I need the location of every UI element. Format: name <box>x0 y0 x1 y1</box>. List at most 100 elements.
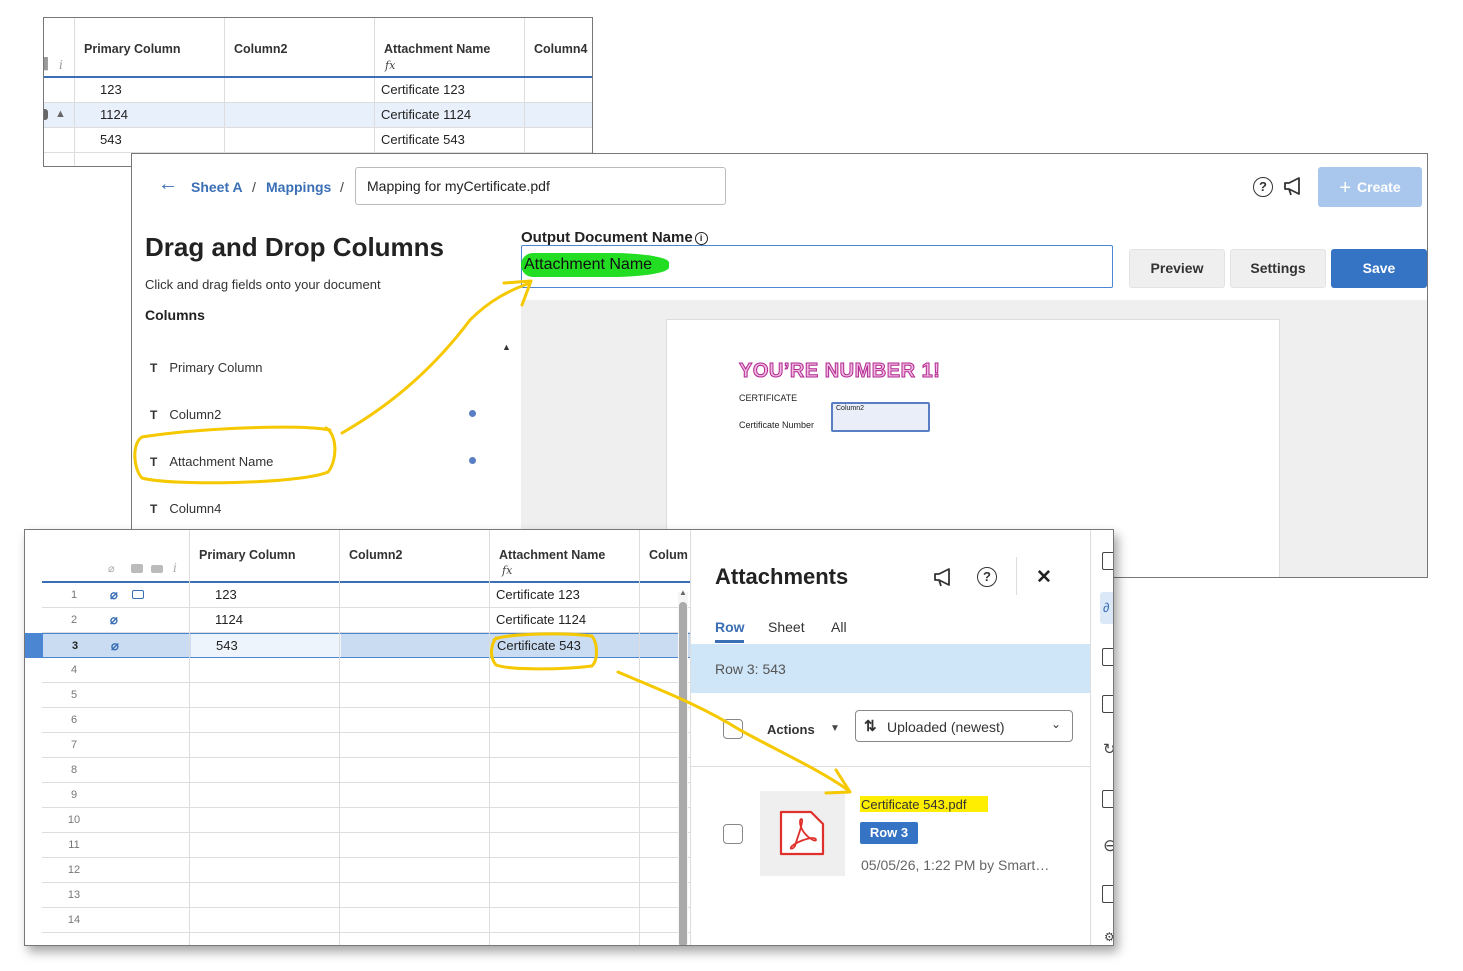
column-header-column4[interactable]: Colum <box>649 548 688 562</box>
tab-all[interactable]: All <box>831 619 847 635</box>
back-arrow-icon[interactable]: ← <box>158 173 178 196</box>
table-row[interactable]: 7 <box>42 733 690 758</box>
summary-icon[interactable] <box>1102 695 1113 713</box>
cell-primary[interactable]: 543 <box>100 132 122 147</box>
chevron-down-icon[interactable]: ▼ <box>830 723 840 734</box>
row-number[interactable]: 8 <box>42 764 106 776</box>
table-row[interactable]: 12 <box>42 858 690 883</box>
actions-menu[interactable]: Actions <box>767 722 815 737</box>
cell-primary[interactable]: 123 <box>100 82 122 97</box>
cell-attachment-name[interactable]: Certificate 543 <box>381 132 465 147</box>
forms-icon[interactable] <box>1102 885 1113 903</box>
field-item-column4[interactable]: T Column4 <box>150 501 221 516</box>
mapping-name-input[interactable]: Mapping for myCertificate.pdf <box>355 167 726 205</box>
tab-sheet[interactable]: Sheet <box>768 619 805 635</box>
row-number[interactable]: 3 <box>43 640 107 652</box>
column-header-column4[interactable]: Column4 <box>534 42 587 56</box>
table-row[interactable]: 14 <box>42 908 690 933</box>
create-button[interactable]: + Create <box>1318 167 1422 207</box>
table-row[interactable]: 123 Certificate 123 <box>44 78 592 103</box>
preview-button[interactable]: Preview <box>1129 249 1225 288</box>
table-row[interactable]: 13 <box>42 883 690 908</box>
row-number[interactable]: 11 <box>42 839 106 851</box>
history-icon[interactable]: ↻ <box>1103 740 1113 758</box>
row-number[interactable]: 2 <box>42 614 106 626</box>
attachment-rail-active[interactable]: ∂ <box>1100 592 1113 624</box>
row-number[interactable]: 5 <box>42 689 106 701</box>
comment-icon[interactable] <box>132 590 144 599</box>
scroll-up-icon[interactable]: ▲ <box>502 342 511 352</box>
attachment-icon[interactable]: ⌀ <box>111 638 119 654</box>
column-header-attachment-name[interactable]: Attachment Name <box>384 42 490 56</box>
close-icon[interactable]: ✕ <box>1036 566 1052 589</box>
row-badge[interactable]: Row 3 <box>860 822 918 844</box>
column-header-column2[interactable]: Column2 <box>349 548 402 562</box>
table-row[interactable]: 11 <box>42 833 690 858</box>
field-item-attachment-name[interactable]: T Attachment Name <box>150 454 273 469</box>
row-number[interactable]: 12 <box>42 864 106 876</box>
settings-icon[interactable]: ⚙ <box>1104 930 1113 944</box>
table-row[interactable]: 3 ⌀ 543 Certificate 543 <box>42 633 690 658</box>
cell-attachment-name[interactable]: Certificate 1124 <box>496 612 586 627</box>
row-number[interactable]: 13 <box>42 889 106 901</box>
row-number[interactable]: 9 <box>42 789 106 801</box>
cell-primary[interactable]: 1124 <box>215 612 243 627</box>
field-item-column2[interactable]: T Column2 <box>150 407 221 422</box>
output-document-name-input[interactable]: Attachment Name <box>521 245 1113 288</box>
attachment-icon[interactable]: ⌀ <box>110 587 118 603</box>
sort-dropdown[interactable]: ⇅ Uploaded (newest) ⌄ <box>855 710 1073 742</box>
help-icon[interactable]: ? <box>977 567 997 587</box>
cell-attachment-name[interactable]: Certificate 123 <box>496 587 580 602</box>
file-checkbox[interactable] <box>723 824 743 844</box>
proof-icon[interactable] <box>1102 648 1113 666</box>
row-number[interactable]: 14 <box>42 914 106 926</box>
table-row[interactable]: 10 <box>42 808 690 833</box>
table-row[interactable]: 2 ⌀ 1124 Certificate 1124 <box>42 608 690 633</box>
field-item-primary-column[interactable]: T Primary Column <box>150 360 263 375</box>
breadcrumb-mappings-link[interactable]: Mappings <box>266 179 331 195</box>
row-number[interactable]: 4 <box>42 664 106 676</box>
column-header-attachment-name[interactable]: Attachment Name <box>499 548 605 562</box>
column-header-column2[interactable]: Column2 <box>234 42 287 56</box>
output-document-name-value[interactable]: Attachment Name <box>524 256 652 274</box>
select-all-checkbox[interactable] <box>723 719 743 739</box>
row-number[interactable]: 7 <box>42 739 106 751</box>
breadcrumb-sheet-link[interactable]: Sheet A <box>191 179 243 195</box>
attachment-icon[interactable]: ⌀ <box>110 612 118 628</box>
comment-icon[interactable] <box>1102 552 1113 570</box>
scroll-up-icon[interactable]: ▲ <box>679 588 687 597</box>
row-number[interactable]: 1 <box>42 589 106 601</box>
megaphone-icon[interactable] <box>1282 175 1306 197</box>
cell-primary[interactable]: 123 <box>215 587 237 602</box>
settings-button[interactable]: Settings <box>1230 249 1326 288</box>
table-row[interactable]: 9 <box>42 783 690 808</box>
tab-row[interactable]: Row <box>715 619 745 635</box>
column-header-primary[interactable]: Primary Column <box>84 42 181 56</box>
table-row[interactable]: 6 <box>42 708 690 733</box>
help-icon[interactable]: ? <box>1253 177 1273 197</box>
megaphone-icon[interactable] <box>932 566 956 588</box>
vertical-scrollbar[interactable]: ▲ <box>678 588 688 945</box>
table-row[interactable]: 8 <box>42 758 690 783</box>
cell-attachment-name[interactable]: Certificate 543 <box>497 638 581 653</box>
info-icon[interactable]: i <box>694 232 708 245</box>
file-name-link[interactable]: Certificate 543.pdf <box>861 797 967 812</box>
row-number[interactable]: 10 <box>42 814 106 826</box>
table-row[interactable]: 4 <box>42 658 690 683</box>
field-drop-zone[interactable]: Column2 <box>831 402 930 432</box>
file-thumbnail[interactable] <box>760 791 845 876</box>
scrollbar-thumb[interactable] <box>679 602 687 945</box>
table-row[interactable]: 5 <box>42 683 690 708</box>
table-row[interactable]: 543 Certificate 543 <box>44 128 592 153</box>
row-number[interactable]: 6 <box>42 714 106 726</box>
activity-icon[interactable]: ⊖ <box>1103 836 1113 856</box>
column-header-primary[interactable]: Primary Column <box>199 548 296 562</box>
table-row[interactable]: 1 ⌀ 123 Certificate 123 <box>42 583 690 608</box>
cell-primary[interactable]: 543 <box>216 638 238 653</box>
cell-attachment-name[interactable]: Certificate 123 <box>381 82 465 97</box>
save-button[interactable]: Save <box>1331 249 1427 288</box>
table-row[interactable]: ▲ 1124 Certificate 1124 <box>44 103 592 128</box>
cell-attachment-name[interactable]: Certificate 1124 <box>381 107 471 122</box>
report-icon[interactable] <box>1102 790 1113 808</box>
cell-primary[interactable]: 1124 <box>100 107 128 122</box>
